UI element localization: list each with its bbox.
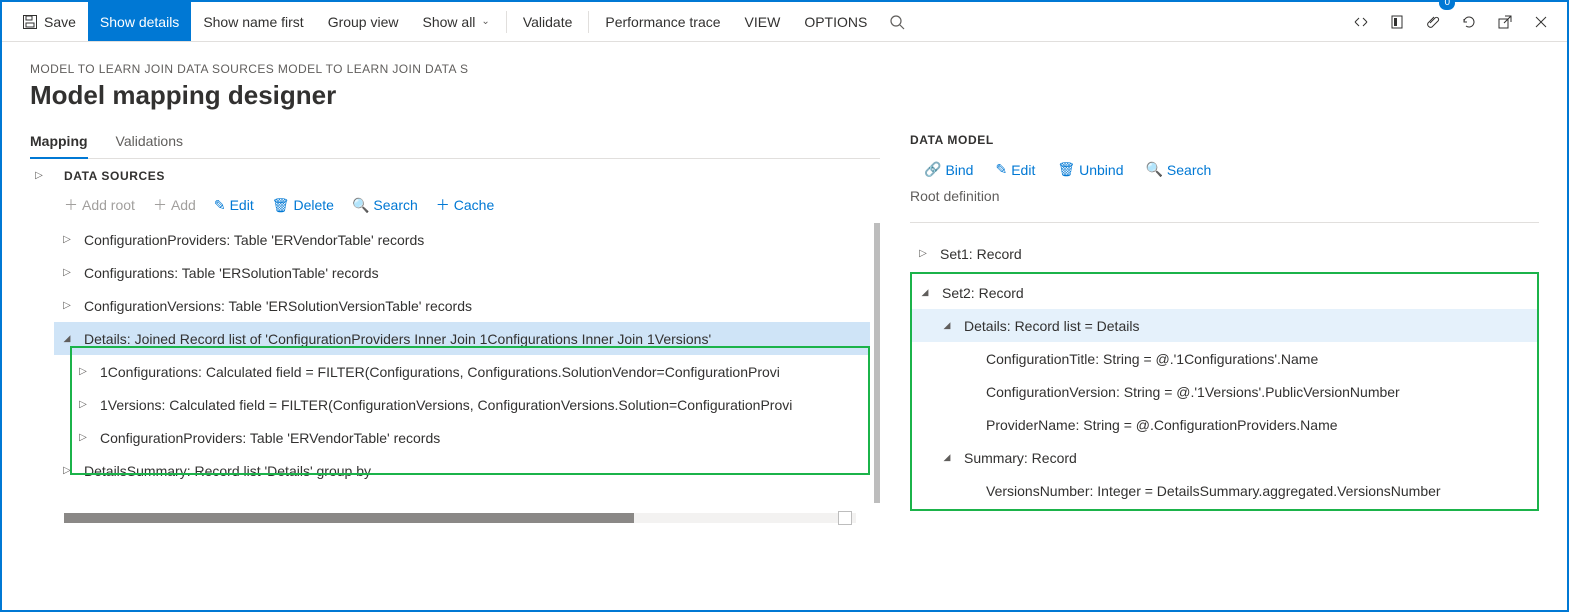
search-icon — [889, 14, 905, 30]
performance-trace-button[interactable]: Performance trace — [593, 2, 732, 41]
horizontal-scrollbar[interactable] — [64, 513, 856, 523]
caret-down-icon — [940, 452, 954, 463]
divider — [588, 11, 589, 33]
view-button[interactable]: VIEW — [733, 2, 793, 41]
scrollbar-handle[interactable] — [838, 511, 852, 525]
toolbar: Save Show details Show name first Group … — [2, 2, 1567, 42]
dm-item-details[interactable]: Details: Record list = Details — [912, 309, 1537, 342]
paperclip-icon — [1425, 14, 1441, 30]
caret-right-icon — [76, 399, 90, 410]
dm-item[interactable]: ConfigurationVersion: String = @.'1Versi… — [912, 375, 1537, 408]
page: MODEL TO LEARN JOIN DATA SOURCES MODEL T… — [2, 42, 1567, 523]
plus-icon: ＋ — [153, 195, 167, 215]
tabs: Mapping Validations — [30, 127, 880, 159]
refresh-button[interactable] — [1451, 2, 1487, 41]
dm-item-set2[interactable]: Set2: Record — [912, 276, 1537, 309]
save-icon — [22, 14, 38, 30]
caret-down-icon — [60, 333, 74, 344]
root-definition-label: Root definition — [910, 188, 1539, 204]
dm-item-set1[interactable]: Set1: Record — [910, 237, 1539, 270]
ds-item-details[interactable]: Details: Joined Record list of 'Configur… — [54, 322, 870, 355]
caret-right-icon — [60, 267, 74, 278]
caret-right-icon — [60, 300, 74, 311]
divider — [506, 11, 507, 33]
show-all-button[interactable]: Show all ⌄ — [411, 2, 502, 41]
close-button[interactable] — [1523, 2, 1559, 41]
save-label: Save — [44, 14, 76, 30]
caret-right-icon — [60, 465, 74, 476]
ds-actions: ＋Add root ＋Add ✎Edit 🗑Delete 🔍Search ＋Ca… — [30, 183, 880, 223]
search-button[interactable]: 🔍Search — [1145, 161, 1211, 178]
right-column: DATA MODEL 🔗Bind ✎Edit 🗑Unbind 🔍Search R… — [880, 127, 1539, 523]
data-model-header: DATA MODEL — [910, 133, 1539, 147]
search-icon: 🔍 — [1145, 161, 1162, 178]
trash-icon: 🗑 — [272, 197, 290, 214]
ds-item[interactable]: Configurations: Table 'ERSolutionTable' … — [54, 256, 870, 289]
trash-icon: 🗑 — [1057, 161, 1075, 178]
dm-item[interactable]: ProviderName: String = @.ConfigurationPr… — [912, 408, 1537, 441]
save-button[interactable]: Save — [10, 2, 88, 41]
pencil-icon: ✎ — [214, 197, 226, 214]
dm-item[interactable]: ConfigurationTitle: String = @.'1Configu… — [912, 342, 1537, 375]
show-details-button[interactable]: Show details — [88, 2, 191, 41]
data-sources-header: DATA SOURCES — [64, 169, 165, 183]
divider — [910, 222, 1539, 223]
refresh-icon — [1461, 14, 1477, 30]
popout-icon — [1497, 14, 1513, 30]
add-root-button[interactable]: ＋Add root — [64, 195, 135, 215]
ds-item[interactable]: ConfigurationProviders: Table 'ERVendorT… — [54, 223, 870, 256]
cache-button[interactable]: ＋Cache — [436, 195, 494, 215]
breadcrumb: MODEL TO LEARN JOIN DATA SOURCES MODEL T… — [30, 62, 1539, 76]
caret-right-icon — [76, 432, 90, 443]
search-button[interactable]: 🔍Search — [352, 195, 418, 215]
highlight-box: Set2: Record Details: Record list = Deta… — [910, 272, 1539, 511]
caret-down-icon — [918, 287, 932, 298]
search-icon-button[interactable] — [879, 2, 915, 41]
plus-icon: ＋ — [436, 195, 450, 215]
dm-item-summary[interactable]: Summary: Record — [912, 441, 1537, 474]
connector-icon[interactable] — [1343, 2, 1379, 41]
bind-button[interactable]: 🔗Bind — [924, 161, 973, 178]
tab-mapping[interactable]: Mapping — [30, 127, 88, 159]
ds-item[interactable]: 1Configurations: Calculated field = FILT… — [54, 355, 870, 388]
delete-button[interactable]: 🗑Delete — [272, 195, 334, 215]
ds-item[interactable]: 1Versions: Calculated field = FILTER(Con… — [54, 388, 870, 421]
dm-item[interactable]: VersionsNumber: Integer = DetailsSummary… — [912, 474, 1537, 507]
section-caret[interactable]: ▷ — [30, 170, 48, 181]
page-title: Model mapping designer — [30, 80, 1539, 111]
attachments-button[interactable]: 0 — [1415, 2, 1451, 41]
scrollbar-thumb[interactable] — [64, 513, 634, 523]
tab-validations[interactable]: Validations — [116, 127, 183, 158]
plus-icon: ＋ — [64, 195, 78, 215]
caret-right-icon — [916, 248, 930, 259]
left-column: Mapping Validations ▷ DATA SOURCES ＋Add … — [30, 127, 880, 523]
add-button[interactable]: ＋Add — [153, 195, 196, 215]
ds-item[interactable]: ConfigurationProviders: Table 'ERVendorT… — [54, 421, 870, 454]
show-name-first-button[interactable]: Show name first — [191, 2, 315, 41]
dm-tree: Set1: Record Set2: Record Details: Recor… — [910, 237, 1539, 511]
caret-down-icon — [940, 320, 954, 331]
pencil-icon: ✎ — [995, 161, 1007, 178]
validate-button[interactable]: Validate — [511, 2, 585, 41]
dm-actions: 🔗Bind ✎Edit 🗑Unbind 🔍Search — [910, 147, 1539, 188]
options-button[interactable]: OPTIONS — [792, 2, 879, 41]
link-icon: 🔗 — [924, 161, 941, 178]
caret-right-icon — [60, 234, 74, 245]
popout-button[interactable] — [1487, 2, 1523, 41]
search-icon: 🔍 — [352, 197, 369, 214]
ds-tree: ConfigurationProviders: Table 'ERVendorT… — [54, 223, 880, 503]
group-view-button[interactable]: Group view — [316, 2, 411, 41]
unbind-button[interactable]: 🗑Unbind — [1057, 161, 1123, 178]
edit-button[interactable]: ✎Edit — [995, 161, 1035, 178]
close-icon — [1534, 15, 1548, 29]
edit-button[interactable]: ✎Edit — [214, 195, 254, 215]
caret-right-icon — [76, 366, 90, 377]
ds-item[interactable]: ConfigurationVersions: Table 'ERSolution… — [54, 289, 870, 322]
chevron-down-icon: ⌄ — [481, 16, 489, 27]
ds-item[interactable]: DetailsSummary: Record list 'Details' gr… — [54, 454, 870, 487]
office-icon[interactable] — [1379, 2, 1415, 41]
